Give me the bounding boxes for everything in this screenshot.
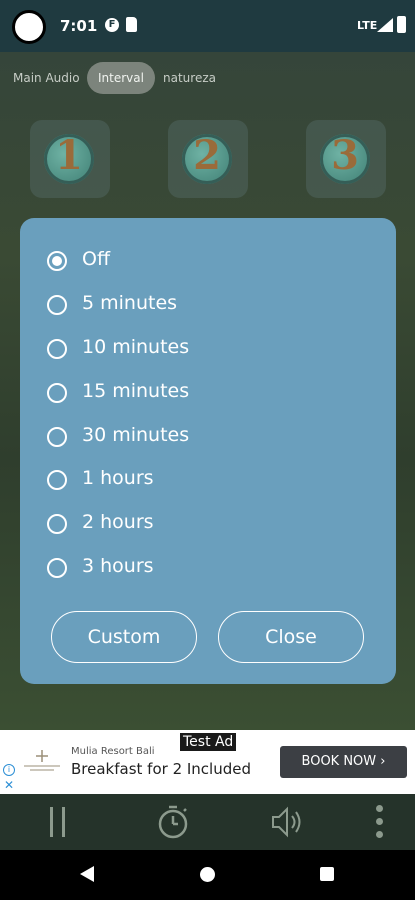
- advertiser-logo-icon: [24, 750, 60, 771]
- radio-button[interactable]: [47, 295, 67, 315]
- radio-button-checked[interactable]: [47, 251, 67, 271]
- status-bar: 7:01 F LTE: [0, 0, 415, 52]
- radio-button[interactable]: [47, 470, 67, 490]
- volume-icon[interactable]: [270, 794, 306, 850]
- custom-button[interactable]: Custom: [51, 611, 197, 663]
- ad-headline: Breakfast for 2 Included: [71, 760, 251, 778]
- back-icon[interactable]: [80, 866, 94, 882]
- option-label: 2 hours: [82, 511, 154, 533]
- option-15-minutes[interactable]: 15 minutes: [47, 377, 367, 413]
- number-tile-1[interactable]: 1: [30, 120, 110, 198]
- pause-icon[interactable]: [48, 794, 70, 850]
- option-off[interactable]: Off: [47, 245, 367, 281]
- status-time: 7:01: [60, 17, 98, 35]
- interval-dialog: Off 5 minutes 10 minutes 15 minutes 30 m…: [20, 218, 396, 684]
- tab-natureza[interactable]: natureza: [152, 62, 227, 94]
- more-vert-icon[interactable]: [374, 794, 386, 850]
- radio-button[interactable]: [47, 558, 67, 578]
- option-label: 10 minutes: [82, 336, 190, 358]
- option-label: 3 hours: [82, 555, 154, 577]
- ad-advertiser: Mulia Resort Bali: [71, 746, 155, 757]
- playback-controls: [0, 794, 415, 850]
- option-3-hours[interactable]: 3 hours: [47, 552, 367, 588]
- option-label: 1 hours: [82, 467, 154, 489]
- number-tile-digit: 1: [55, 132, 83, 179]
- option-30-minutes[interactable]: 30 minutes: [47, 421, 367, 457]
- radio-button[interactable]: [47, 383, 67, 403]
- radio-button[interactable]: [47, 339, 67, 359]
- option-2-hours[interactable]: 2 hours: [47, 508, 367, 544]
- close-button[interactable]: Close: [218, 611, 364, 663]
- test-ad-label: Test Ad: [180, 733, 237, 751]
- option-label: 15 minutes: [82, 380, 190, 402]
- option-label: Off: [82, 248, 111, 270]
- option-1-hours[interactable]: 1 hours: [47, 464, 367, 500]
- option-label: 5 minutes: [82, 292, 178, 314]
- home-icon[interactable]: [200, 867, 215, 882]
- sd-card-icon: [126, 17, 137, 32]
- tab-main-audio[interactable]: Main Audio: [2, 62, 91, 94]
- radio-button[interactable]: [47, 514, 67, 534]
- number-tile-2[interactable]: 2: [168, 120, 248, 198]
- ad-info-icon[interactable]: i: [3, 764, 15, 776]
- timer-icon[interactable]: [156, 794, 190, 850]
- recents-icon[interactable]: [320, 867, 334, 881]
- tab-interval[interactable]: Interval: [87, 62, 155, 94]
- audio-tabs: Main Audio Interval natureza: [0, 62, 415, 96]
- ad-book-now-button[interactable]: BOOK NOW ›: [280, 746, 407, 778]
- network-type-label: LTE: [357, 19, 378, 32]
- option-10-minutes[interactable]: 10 minutes: [47, 333, 367, 369]
- option-5-minutes[interactable]: 5 minutes: [47, 289, 367, 325]
- battery-icon: [397, 16, 406, 33]
- number-tile-digit: 3: [331, 132, 359, 179]
- app-f-icon: F: [105, 18, 119, 32]
- number-tile-3[interactable]: 3: [306, 120, 386, 198]
- app-notification-icon: [12, 10, 46, 44]
- radio-button[interactable]: [47, 427, 67, 447]
- signal-icon: [377, 18, 393, 32]
- number-tile-digit: 2: [193, 132, 221, 179]
- option-label: 30 minutes: [82, 424, 190, 446]
- ad-close-icon[interactable]: ✕: [4, 778, 14, 792]
